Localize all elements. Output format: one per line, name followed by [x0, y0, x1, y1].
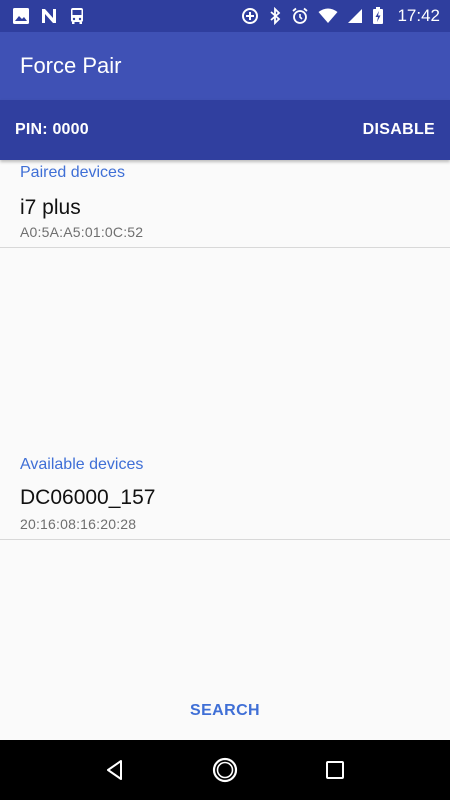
pin-bar: PIN: 0000 DISABLE [0, 100, 450, 160]
alarm-icon [291, 7, 309, 25]
bus-icon [68, 7, 86, 25]
pin-label: PIN: 0000 [15, 121, 89, 138]
disable-button[interactable]: DISABLE [363, 121, 435, 139]
navigation-bar [0, 740, 450, 800]
device-name: i7 plus [20, 196, 81, 219]
back-icon[interactable] [91, 746, 139, 794]
image-icon [12, 7, 30, 25]
search-button[interactable]: SEARCH [0, 690, 450, 732]
status-bar: 17:42 [0, 0, 450, 32]
bluetooth-icon [268, 7, 282, 25]
battery-charging-icon [372, 7, 384, 25]
status-bar-system: 17:42 [241, 0, 450, 32]
home-icon[interactable] [201, 746, 249, 794]
recents-icon[interactable] [311, 746, 359, 794]
wifi-icon [318, 8, 338, 24]
status-bar-notifications [0, 0, 86, 32]
signal-icon [347, 8, 363, 24]
device-address: 20:16:08:16:20:28 [20, 516, 137, 532]
n-notification-icon [40, 7, 58, 25]
data-saver-icon [241, 7, 259, 25]
device-name: DC06000_157 [20, 486, 156, 509]
device-address: A0:5A:A5:01:0C:52 [20, 224, 144, 240]
paired-device-item[interactable]: i7 plus A0:5A:A5:01:0C:52 [0, 160, 450, 248]
status-bar-time: 17:42 [397, 6, 440, 25]
available-device-item[interactable]: DC06000_157 20:16:08:16:20:28 [0, 452, 450, 540]
app-bar: Force Pair [0, 32, 450, 100]
app-title: Force Pair [20, 53, 122, 78]
